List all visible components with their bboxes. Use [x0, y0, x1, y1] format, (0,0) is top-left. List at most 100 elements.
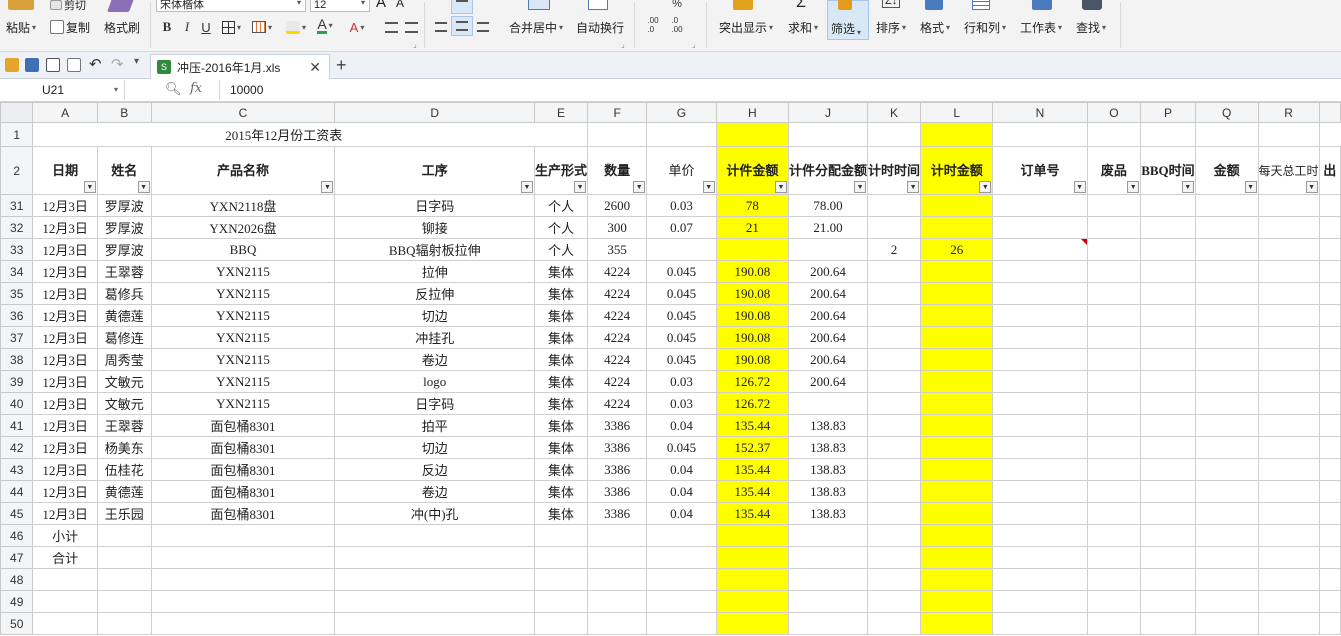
cell[interactable]	[992, 502, 1088, 525]
select-all-corner[interactable]	[0, 102, 34, 123]
cell-date[interactable]: 12月3日	[32, 282, 98, 305]
cell[interactable]	[992, 194, 1088, 217]
filter-dropdown-icon[interactable]: ▼	[1127, 181, 1140, 193]
cell[interactable]	[1086, 282, 1142, 305]
cell[interactable]	[867, 590, 922, 613]
cell-date[interactable]: 12月3日	[32, 216, 98, 239]
filter-dropdown-icon[interactable]: ▼	[83, 181, 96, 193]
cell-name[interactable]: 周秀莹	[96, 348, 152, 371]
cell[interactable]	[1318, 194, 1341, 217]
cell[interactable]	[1194, 238, 1259, 261]
percent-button[interactable]: %	[668, 0, 686, 14]
cell[interactable]	[1194, 216, 1259, 239]
cell-form[interactable]: 集体	[534, 304, 589, 327]
column-header[interactable]	[1318, 102, 1341, 123]
cell[interactable]	[534, 122, 589, 147]
cell[interactable]	[1140, 122, 1196, 147]
cell[interactable]	[1194, 414, 1259, 437]
cell[interactable]	[1257, 216, 1320, 239]
cell[interactable]	[1194, 326, 1259, 349]
header-cell-time-amount[interactable]: 计时金额 ▼	[920, 146, 994, 195]
print-preview-icon[interactable]	[67, 58, 81, 72]
cell-piece-amount[interactable]: 135.44	[715, 414, 790, 437]
row-header[interactable]: 41	[0, 414, 34, 437]
cell-date[interactable]: 12月3日	[32, 414, 98, 437]
cell[interactable]	[1140, 282, 1196, 305]
row-header[interactable]: 35	[0, 282, 34, 305]
sort-button[interactable]: 排序 ▾	[876, 16, 906, 38]
tab-document[interactable]: S 冲压-2016年1月.xls ✕	[150, 54, 330, 79]
cell[interactable]	[992, 546, 1088, 569]
cell[interactable]	[992, 122, 1088, 147]
cell[interactable]	[992, 216, 1088, 239]
cell[interactable]	[96, 568, 152, 591]
bold-button[interactable]: B	[158, 17, 176, 37]
cell[interactable]	[1318, 590, 1341, 613]
filter-dropdown-icon[interactable]: ▼	[137, 181, 150, 193]
cell-process[interactable]: 冲挂孔	[334, 326, 536, 349]
cell[interactable]	[1086, 480, 1142, 503]
cell-form[interactable]: 集体	[534, 502, 589, 525]
dialog-launcher-icon[interactable]: ⌟	[692, 40, 696, 49]
cell-time[interactable]	[867, 348, 922, 371]
cell[interactable]	[646, 546, 717, 569]
cell-piece-amount[interactable]: 21	[715, 216, 790, 239]
cell-qty[interactable]: 3386	[587, 458, 648, 481]
cell-qty[interactable]: 4224	[587, 326, 648, 349]
dialog-launcher-icon[interactable]: ⌟	[413, 40, 417, 49]
row-header[interactable]: 44	[0, 480, 34, 503]
cell-time-amount[interactable]	[920, 260, 994, 283]
cell-price[interactable]: 0.04	[646, 480, 717, 503]
cell-form[interactable]: 集体	[534, 326, 589, 349]
copy-button[interactable]: 复制	[50, 16, 90, 38]
filter-dropdown-icon[interactable]: ▼	[1305, 181, 1318, 193]
cell[interactable]	[920, 590, 994, 613]
column-header[interactable]: H	[715, 102, 790, 123]
cell-qty[interactable]: 4224	[587, 260, 648, 283]
cell-price[interactable]: 0.045	[646, 282, 717, 305]
cell-product[interactable]: 面包桶8301	[150, 458, 336, 481]
cell-time-amount[interactable]	[920, 304, 994, 327]
cell[interactable]	[587, 546, 648, 569]
cell-qty[interactable]: 4224	[587, 370, 648, 393]
cell-piece-amount[interactable]: 190.08	[715, 348, 790, 371]
cell-time-amount[interactable]: 26	[920, 238, 994, 261]
cell[interactable]	[1086, 436, 1142, 459]
row-header[interactable]: 32	[0, 216, 34, 239]
cell[interactable]	[646, 612, 717, 635]
cell[interactable]	[1257, 282, 1320, 305]
cell-time-amount[interactable]	[920, 392, 994, 415]
cell-form[interactable]: 个人	[534, 238, 589, 261]
header-cell-amount[interactable]: 金额 ▼	[1194, 146, 1259, 195]
cell[interactable]	[587, 568, 648, 591]
row-header[interactable]: 38	[0, 348, 34, 371]
cell[interactable]	[646, 122, 717, 147]
cell-allocated[interactable]: 138.83	[788, 436, 869, 459]
cell-piece-amount[interactable]: 126.72	[715, 392, 790, 415]
cell-allocated[interactable]	[788, 238, 869, 261]
cell[interactable]	[992, 524, 1088, 547]
cell[interactable]	[1318, 414, 1341, 437]
cell-product[interactable]: YXN2115	[150, 304, 336, 327]
font-shrink-button[interactable]: A	[396, 0, 404, 10]
cell[interactable]	[1257, 590, 1320, 613]
cell[interactable]	[1318, 260, 1341, 283]
cell[interactable]	[334, 524, 536, 547]
header-cell-time[interactable]: 计时时间 ▼	[867, 146, 922, 195]
undo-icon[interactable]: ↶	[89, 55, 102, 73]
print-icon[interactable]	[46, 58, 60, 72]
column-header[interactable]: P	[1140, 102, 1196, 123]
cell-time[interactable]	[867, 392, 922, 415]
cell[interactable]	[587, 524, 648, 547]
name-box[interactable]: U21 ▾	[0, 80, 125, 100]
cell-piece-amount[interactable]	[715, 238, 790, 261]
indent-increase-button[interactable]	[402, 17, 420, 37]
cell[interactable]	[920, 524, 994, 547]
cell-price[interactable]: 0.04	[646, 502, 717, 525]
cell[interactable]	[1086, 326, 1142, 349]
cell[interactable]	[788, 568, 869, 591]
cell[interactable]	[1194, 568, 1259, 591]
summary-label[interactable]: 合计	[32, 546, 98, 569]
cell-date[interactable]: 12月3日	[32, 304, 98, 327]
cell-process[interactable]: 铆接	[334, 216, 536, 239]
